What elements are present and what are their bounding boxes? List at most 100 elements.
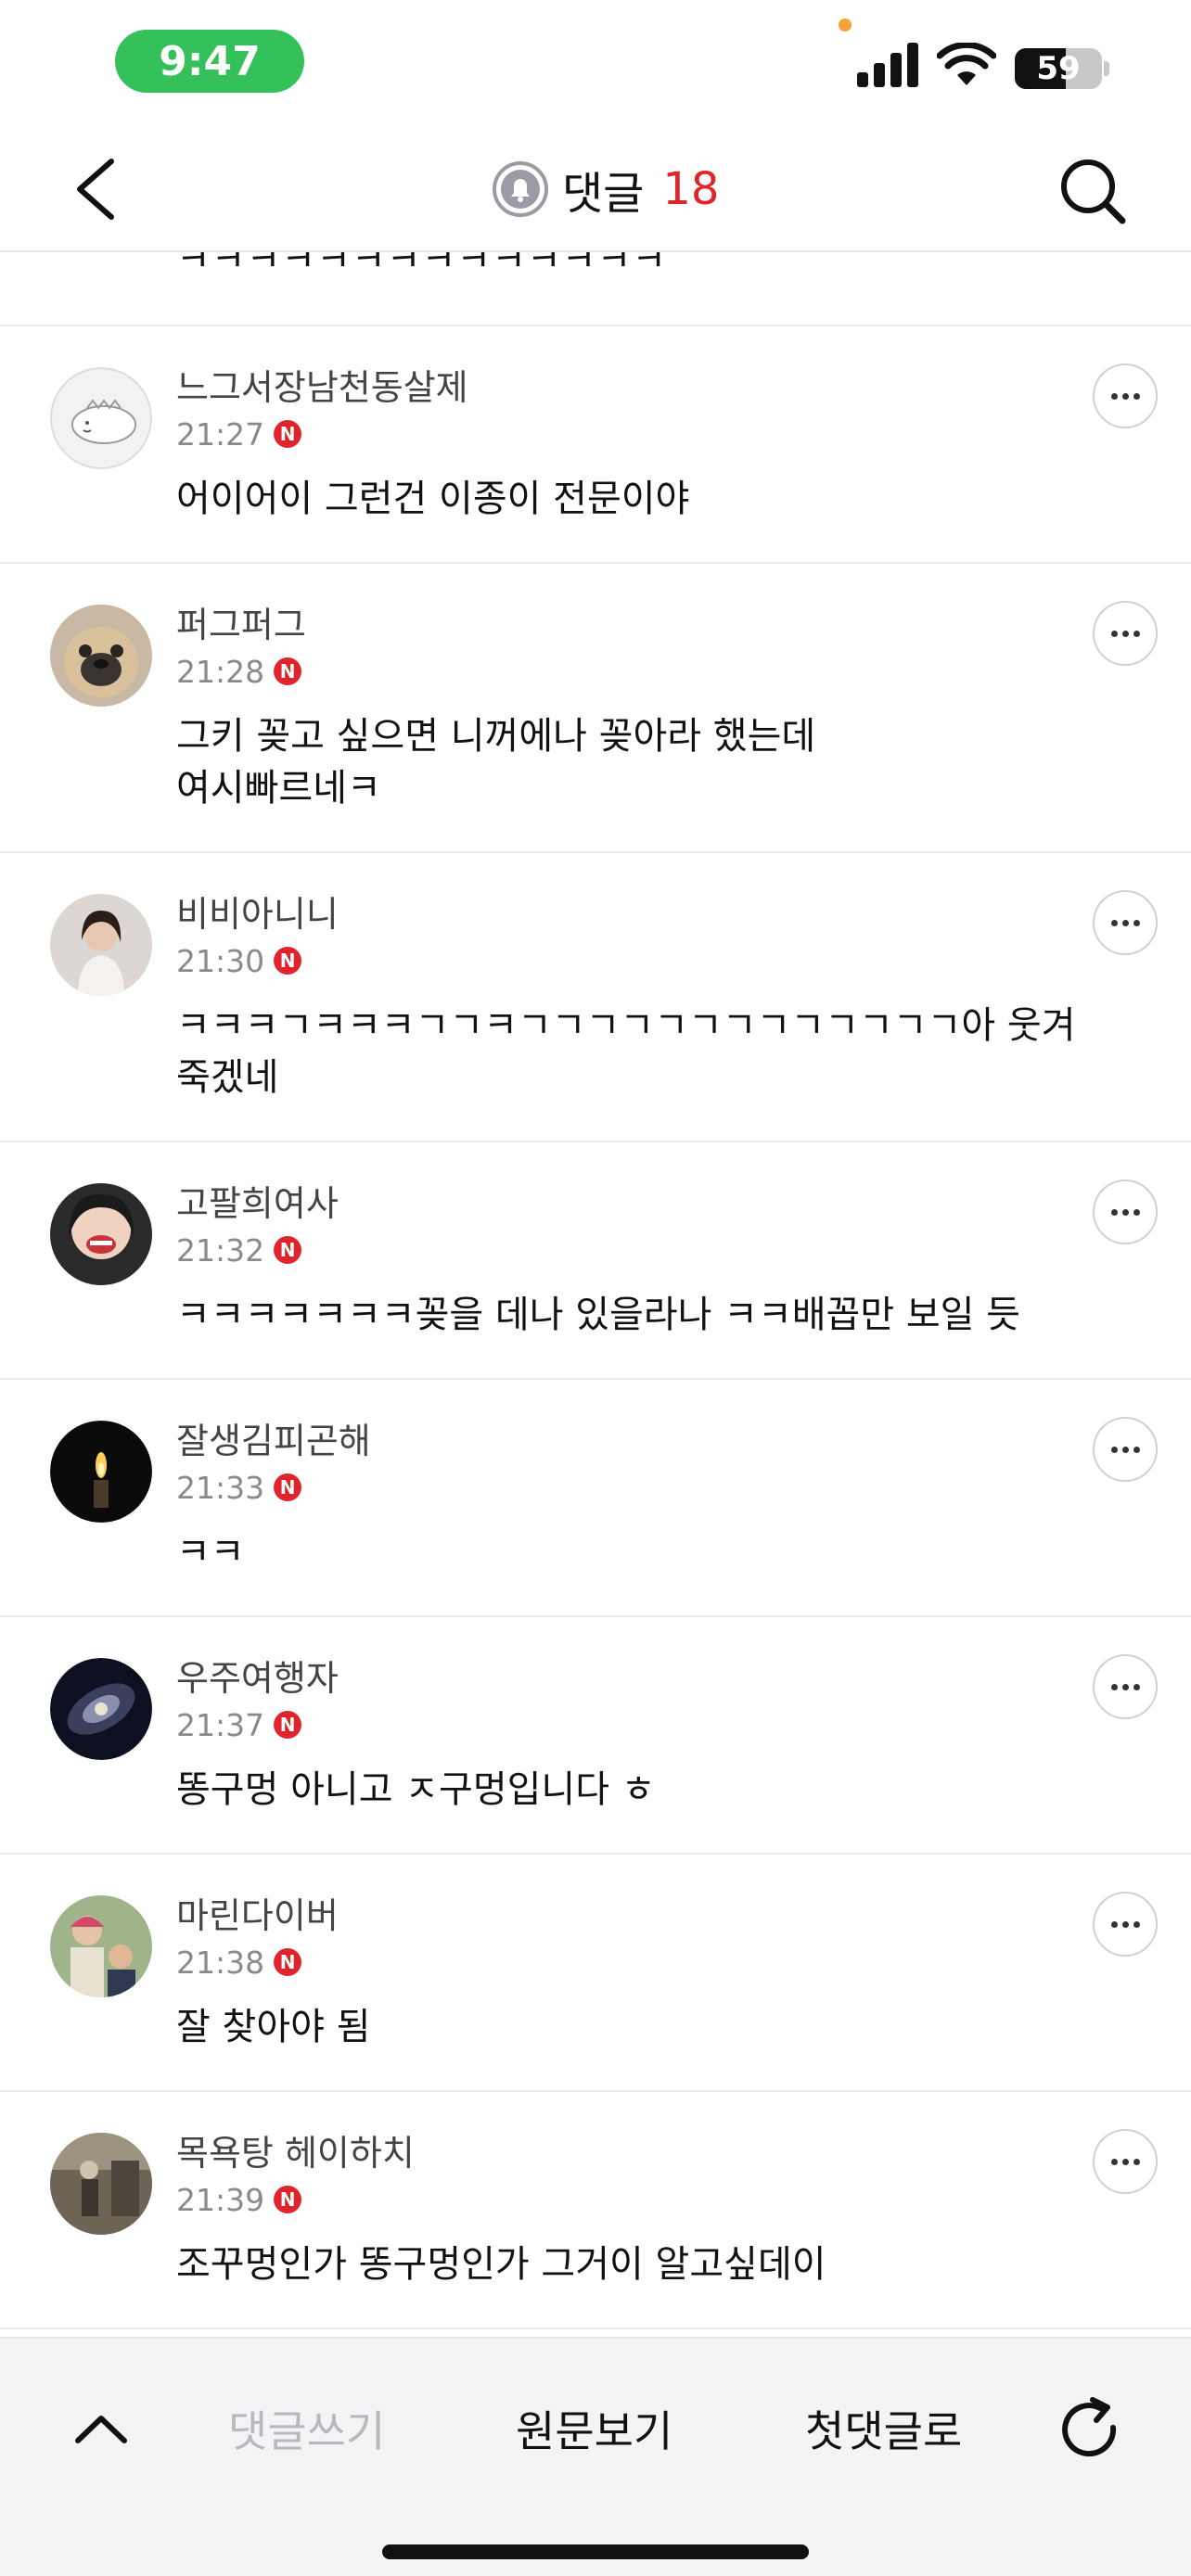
more-options-button[interactable] — [1093, 1417, 1158, 1482]
comment-text: ㅋㅋㅋㅋㅋㅋㅋ꽂을 데나 있을라나 ㅋㅋ배꼽만 보일 듯 — [176, 1294, 1020, 1336]
comment-nickname[interactable]: 목욕탕 헤이하치 — [176, 2129, 1089, 2177]
status-bar: 9:47 59 — [0, 0, 1191, 126]
more-dot — [1133, 919, 1140, 926]
comment-item[interactable]: 목욕탕 헤이하치 21:39 N 조꾸멍인가 똥구멍인가 그거이 알고싶데이 — [0, 2092, 1191, 2329]
comment-item[interactable]: 느그서장남천동살제 21:27 N 어이어이 그런건 이종이 전문이야 — [0, 326, 1191, 564]
comment-nickname[interactable]: 고팔희여사 — [176, 1180, 1089, 1228]
view-original-button[interactable]: 원문보기 — [516, 2405, 672, 2457]
avatar[interactable] — [50, 1421, 152, 1523]
comment-item[interactable]: 마린다이버 21:38 N 잘 찾아야 됨 — [0, 1855, 1191, 2092]
avatar[interactable] — [50, 1183, 152, 1285]
n-badge-icon: N — [274, 420, 302, 448]
more-dot — [1121, 1446, 1129, 1453]
comment-text: ㅋㅋㅋㅋㅋㅋㅋㅋㅋㅋㅋㅋㅋㅋ — [176, 252, 668, 280]
comment-body: 목욕탕 헤이하치 21:39 N 조꾸멍인가 똥구멍인가 그거이 알고싶데이 — [176, 2129, 1089, 2290]
status-time: 9:47 — [115, 30, 304, 93]
comment-time: 21:30 — [176, 942, 265, 979]
n-badge-icon: N — [274, 1473, 302, 1501]
n-badge-icon: N — [274, 2186, 302, 2213]
comment-item[interactable]: 퍼그퍼그 21:28 N 그키 꽂고 싶으면 니꺼에나 꽂아라 했는데 여시빠르네ㅋ — [0, 564, 1191, 853]
comment-time: 21:32 — [176, 1231, 265, 1269]
more-dot — [1121, 1208, 1129, 1216]
more-dot — [1133, 1683, 1140, 1690]
comment-item[interactable]: 우주여행자 21:37 N 똥구멍 아니고 ㅈ구멍입니다 ㅎ — [0, 1617, 1191, 1855]
n-badge-icon: N — [274, 1236, 302, 1264]
more-options-button[interactable] — [1093, 601, 1158, 666]
comment-text: 어이어이 그런건 이종이 전문이야 — [176, 478, 690, 520]
more-options-button[interactable] — [1093, 1892, 1158, 1957]
more-dot — [1110, 392, 1118, 400]
comments-container: 느그서장남천동살제 21:27 N 어이어이 그런건 이종이 전문이야퍼그퍼그 21:2… — [0, 326, 1191, 2329]
more-options-button[interactable] — [1093, 2129, 1158, 2194]
more-options-button[interactable] — [1093, 890, 1158, 955]
comment-nickname[interactable]: 퍼그퍼그 — [176, 601, 1089, 649]
more-dot — [1121, 2158, 1129, 2165]
nav-header: 댓글 18 — [0, 126, 1191, 252]
more-options-button[interactable] — [1093, 1654, 1158, 1719]
more-dot — [1110, 1208, 1118, 1216]
more-options-button[interactable] — [1093, 363, 1158, 428]
bell-icon[interactable] — [492, 160, 549, 218]
first-comment-button[interactable]: 첫댓글로 — [805, 2405, 962, 2457]
comments-screen: 9:47 59 댓글 18 ㅋㅋㅋㅋㅋㅋㅋㅋㅋㅋㅋㅋㅋㅋ 느그서장남천동살제 2… — [0, 0, 1191, 2576]
search-icon[interactable] — [1057, 156, 1128, 226]
comment-nickname[interactable]: 느그서장남천동살제 — [176, 363, 1089, 412]
n-badge-icon: N — [274, 1711, 302, 1739]
comment-text: 똥구멍 아니고 ㅈ구멍입니다 ㅎ — [176, 1768, 656, 1811]
comment-item[interactable]: 고팔희여사 21:32 N ㅋㅋㅋㅋㅋㅋㅋ꽂을 데나 있을라나 ㅋㅋ배꼽만 보일 듯 — [0, 1142, 1191, 1380]
comment-text: ㅋㅋㅋㄱㅋㅋㅋㄱㄱㅋㄱㄱㄱㄱㄱㄱㄱㄱㄱㄱㄱㄱㄱ아 웃겨죽겠네 — [176, 1004, 1076, 1099]
comment-body: 잘생김피곤해 21:33 N ㅋㅋ — [176, 1417, 1089, 1578]
comment-meta: 21:38 N — [176, 1940, 1089, 1984]
comment-time: 21:33 — [176, 1469, 265, 1506]
comment-meta: 21:37 N — [176, 1702, 1089, 1747]
page-title: 댓글 18 — [492, 159, 719, 220]
comment-meta: 21:27 N — [176, 412, 1089, 456]
comment-item[interactable]: 비비아니니 21:30 N ㅋㅋㅋㄱㅋㅋㅋㄱㄱㅋㄱㄱㄱㄱㄱㄱㄱㄱㄱㄱㄱㄱㄱ아 웃겨죽겠… — [0, 853, 1191, 1142]
more-dot — [1110, 1446, 1118, 1453]
page-title-label: 댓글 — [562, 168, 645, 220]
n-badge-icon: N — [274, 657, 302, 685]
comment-body: 느그서장남천동살제 21:27 N 어이어이 그런건 이종이 전문이야 — [176, 363, 1089, 525]
comment-nickname[interactable]: 비비아니니 — [176, 890, 1089, 938]
more-dot — [1110, 2158, 1118, 2165]
comment-text: 그키 꽂고 싶으면 니꺼에나 꽂아라 했는데 여시빠르네ㅋ — [176, 715, 816, 810]
battery-cap — [1104, 61, 1109, 76]
home-indicator — [382, 2544, 809, 2559]
comment-body: 마린다이버 21:38 N 잘 찾아야 됨 — [176, 1892, 1089, 2053]
more-options-button[interactable] — [1093, 1180, 1158, 1244]
avatar[interactable] — [50, 605, 152, 707]
comment-nickname[interactable]: 잘생김피곤해 — [176, 1417, 1089, 1465]
battery-percent: 59 — [1036, 50, 1081, 87]
comment-text: 조꾸멍인가 똥구멍인가 그거이 알고싶데이 — [176, 2243, 826, 2286]
more-dot — [1133, 392, 1140, 400]
avatar[interactable] — [50, 1895, 152, 1997]
avatar[interactable] — [50, 1658, 152, 1760]
comment-time: 21:28 — [176, 653, 265, 690]
more-dot — [1121, 630, 1129, 637]
comment-nickname[interactable]: 우주여행자 — [176, 1654, 1089, 1702]
comment-item-partial: ㅋㅋㅋㅋㅋㅋㅋㅋㅋㅋㅋㅋㅋㅋ — [0, 252, 1191, 326]
comment-body: 고팔희여사 21:32 N ㅋㅋㅋㅋㅋㅋㅋ꽂을 데나 있을라나 ㅋㅋ배꼽만 보일 듯 — [176, 1180, 1089, 1341]
write-comment-button[interactable]: 댓글쓰기 — [228, 2405, 385, 2457]
more-dot — [1121, 1683, 1129, 1690]
comment-item[interactable]: 잘생김피곤해 21:33 N ㅋㅋ — [0, 1380, 1191, 1617]
comment-time: 21:27 — [176, 415, 265, 453]
battery-icon: 59 — [1015, 48, 1102, 89]
avatar[interactable] — [50, 367, 152, 469]
comment-time: 21:37 — [176, 1706, 265, 1743]
avatar[interactable] — [50, 894, 152, 996]
privacy-indicator-dot — [839, 19, 852, 32]
refresh-icon[interactable] — [1056, 2396, 1126, 2467]
avatar[interactable] — [50, 2133, 152, 2235]
n-badge-icon: N — [274, 1948, 302, 1976]
more-dot — [1133, 630, 1140, 637]
comment-nickname[interactable]: 마린다이버 — [176, 1892, 1089, 1940]
chevron-up-icon[interactable] — [72, 2407, 130, 2452]
more-dot — [1133, 1446, 1140, 1453]
more-dot — [1110, 1920, 1118, 1928]
back-chevron-icon[interactable] — [65, 154, 130, 224]
more-dot — [1133, 1208, 1140, 1216]
comment-time: 21:38 — [176, 1944, 265, 1981]
comment-meta: 21:33 N — [176, 1465, 1089, 1510]
comment-list[interactable]: ㅋㅋㅋㅋㅋㅋㅋㅋㅋㅋㅋㅋㅋㅋ 느그서장남천동살제 21:27 N 어이어이 그런건 이… — [0, 252, 1191, 2337]
